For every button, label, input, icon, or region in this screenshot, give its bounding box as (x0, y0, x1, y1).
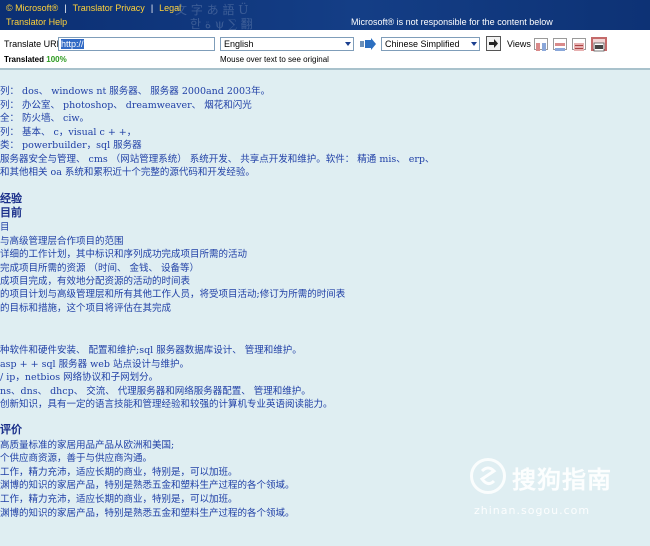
content-line: 渊博的知识的家居产品，特别是熟悉五金和塑料生产过程的各个领域。 (0, 480, 295, 491)
section-heading: 目前 (0, 206, 22, 219)
translated-percent: 100% (46, 55, 67, 64)
go-arrow-icon (489, 39, 498, 48)
translator-help-link[interactable]: Translator Help (6, 17, 67, 27)
chevron-down-icon (471, 42, 477, 46)
source-language-select[interactable]: English (220, 37, 354, 51)
svg-text:한 ة ψ ∑ 翻: 한 ة ψ ∑ 翻 (190, 17, 253, 30)
content-line: 服务器安全与管理、 cms （网站管理系统） 系统开发、 共享点开发和维护。软件… (0, 154, 435, 165)
target-language-select[interactable]: Chinese Simplified (381, 37, 480, 51)
content-line: 种软件和硬件安装、 配置和维护;sql 服务器数据库设计、 管理和维护。 (0, 345, 302, 356)
content-line: 和其他相关 oa 系统和累积近十个完整的源代码和开发经验。 (0, 167, 255, 178)
disclaimer-text: Microsoft® is not responsible for the co… (351, 17, 553, 27)
content-line: 的目标和措施，这个项目将评估在其完成 (0, 303, 172, 314)
content-line: 类： powerbuilder，sql 服务器 (0, 140, 142, 151)
header-decoration: 文 字 あ 語 Ü 한 ة ψ ∑ 翻 (175, 1, 253, 30)
translated-status: Translated 100% (4, 55, 67, 64)
content-line: / ip，netbios 网络协议和子网划分。 (0, 372, 159, 383)
translated-label: Translated (4, 55, 45, 64)
translator-header: 文 字 あ 語 Ü 한 ة ψ ∑ 翻 © Microsoft® | Transla… (0, 0, 650, 30)
section-heading: 评价 (0, 423, 22, 436)
view-top-bottom-icon[interactable] (553, 38, 567, 51)
sogou-watermark: 搜狗指南 zhinan.sogou.com (470, 458, 650, 528)
microsoft-brand: © Microsoft® (6, 3, 59, 13)
content-line: 创新知识，具有一定的语言技能和管理经验和较强的计算机专业英语阅读能力。 (0, 399, 333, 410)
content-line: 成项目完成，有效地分配资源的活动的时间表 (0, 276, 191, 287)
content-line: 工作，精力充沛，适应长期的商业，特别是，可以加班。 (0, 467, 238, 478)
content-line: ns、dns、 dhcp、 交流、 代理服务器和网络服务器配置、 管理和维护。 (0, 386, 311, 397)
mouseover-hint: Mouse over text to see original (220, 55, 329, 64)
content-line: 高质量标准的家居用品产品从欧洲和美国; (0, 440, 175, 451)
content-line: 目 (0, 222, 10, 233)
watermark-subtitle: zhinan.sogou.com (474, 504, 591, 517)
go-button[interactable] (486, 36, 501, 51)
view-original-icon[interactable] (572, 38, 586, 51)
view-side-by-side-icon[interactable] (534, 38, 548, 51)
target-language-value: Chinese Simplified (385, 39, 460, 49)
content-line: 工作，精力充沛，适应长期的商业，特别是，可以加班。 (0, 494, 238, 505)
content-line: 渊博的知识的家居产品，特别是熟悉五金和塑料生产过程的各个领域。 (0, 508, 295, 519)
content-line: 详细的工作计划，其中标识和序列成功完成项目所需的活动 (0, 249, 248, 260)
url-input[interactable]: http:// (58, 37, 215, 51)
content-line: 与高级管理层合作项目的范围 (0, 236, 124, 247)
section-heading: 经验 (0, 192, 22, 205)
content-line: asp + + sql 服务器 web 站点设计与维护。 (0, 359, 189, 370)
content-line: 列： 办公室、 photoshop、 dreamweaver、 烟花和闪光 (0, 100, 252, 111)
swap-arrow-icon[interactable] (360, 38, 376, 50)
header-links: © Microsoft® | Translator Privacy | Legal (6, 3, 182, 13)
translate-url-label: Translate URL (4, 39, 62, 49)
translator-toolbar: Translate URL http:// English Chinese Si… (0, 30, 650, 70)
source-language-value: English (224, 39, 254, 49)
watermark-title: 搜狗指南 (512, 466, 612, 494)
privacy-link[interactable]: Translator Privacy (73, 3, 145, 13)
content-line: 列： 基本、 c，visual c + +， (0, 127, 137, 138)
content-line: 的项目计划与高级管理层和所有其他工作人员，将受项目活动;修订为所需的时间表 (0, 289, 346, 300)
sogou-logo-icon (470, 458, 506, 494)
content-line: 完成项目所需的资源 （时间、 金钱、 设备等） (0, 263, 200, 274)
content-line: 列： dos、 windows nt 服务器、 服务器 2000and 2003… (0, 86, 271, 97)
url-value: http:// (61, 39, 84, 49)
legal-link[interactable]: Legal (159, 3, 181, 13)
view-translation-icon[interactable] (591, 37, 607, 52)
views-label: Views (507, 39, 531, 49)
content-line: 全： 防火墙、 ciw。 (0, 113, 90, 124)
chevron-down-icon (345, 42, 351, 46)
content-line: 个供应商资源，善于与供应商沟通。 (0, 453, 153, 464)
